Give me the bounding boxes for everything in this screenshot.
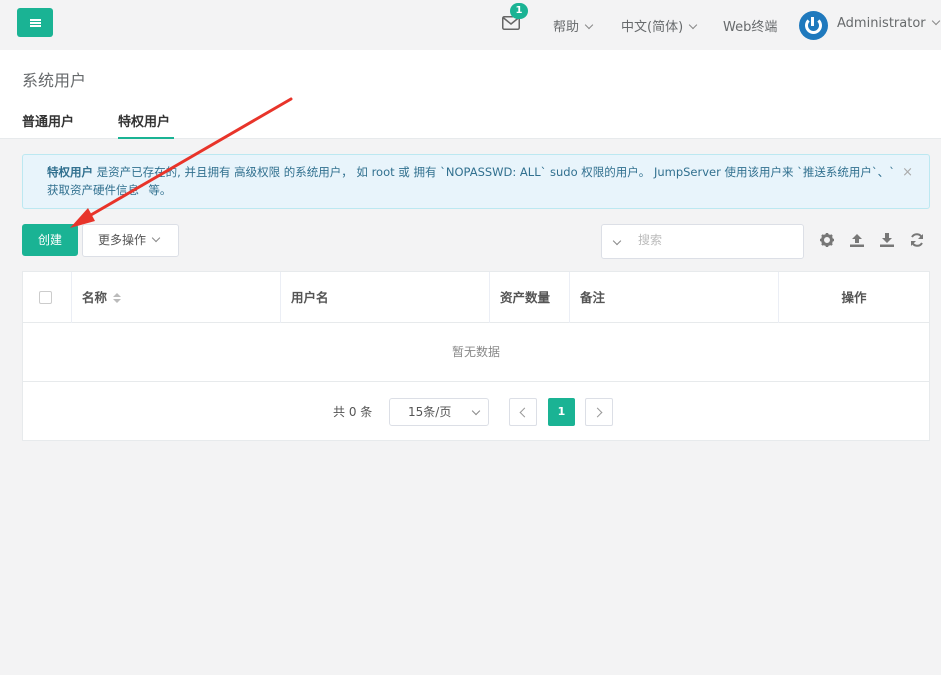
help-label: 帮助 (553, 20, 580, 35)
menu-toggle-button[interactable] (17, 8, 53, 37)
chevron-right-icon (592, 407, 603, 418)
page-header: 系统用户 普通用户 特权用户 (0, 50, 941, 139)
chevron-down-icon[interactable] (612, 236, 622, 246)
column-header-username: 用户名 (281, 272, 490, 323)
chevron-down-icon (688, 20, 698, 30)
search-input[interactable] (638, 233, 788, 247)
column-name-label: 名称 (82, 290, 108, 305)
user-name: Administrator (837, 16, 926, 31)
sort-icon[interactable] (113, 293, 122, 304)
tab-privileged-users[interactable]: 特权用户 (118, 111, 170, 130)
more-actions-button[interactable]: 更多操作 (82, 224, 179, 257)
page-size-select[interactable]: 15条/页 (389, 398, 489, 426)
tab-normal-users[interactable]: 普通用户 (22, 111, 74, 130)
gear-icon[interactable] (819, 232, 835, 248)
create-button[interactable]: 创建 (22, 224, 78, 256)
next-page-button[interactable] (585, 398, 613, 426)
pagination-total: 共 0 条 (333, 405, 373, 419)
close-icon[interactable]: × (902, 164, 913, 182)
top-navbar: 1 帮助 中文(简体) Web终端 Administrator (0, 0, 941, 50)
chevron-left-icon (519, 407, 530, 418)
select-all-cell (23, 272, 72, 323)
help-menu[interactable]: 帮助 (553, 16, 594, 35)
column-header-asset-count: 资产数量 (490, 272, 570, 323)
page-title: 系统用户 (22, 71, 87, 90)
chevron-down-icon (151, 233, 161, 243)
alert-text: 是资产已存在的, 并且拥有 高级权限 的系统用户， 如 root 或 拥有 `N… (47, 165, 895, 197)
search-box[interactable] (601, 224, 804, 259)
refresh-icon[interactable] (909, 232, 925, 248)
column-header-comment: 备注 (570, 272, 779, 323)
avatar[interactable] (799, 11, 828, 40)
download-icon[interactable] (879, 232, 895, 248)
chevron-down-icon (931, 16, 940, 26)
prev-page-button[interactable] (509, 398, 537, 426)
more-actions-label: 更多操作 (98, 233, 147, 247)
web-terminal-link[interactable]: Web终端 (723, 16, 777, 35)
active-tab-indicator (118, 137, 174, 139)
column-header-actions: 操作 (841, 290, 867, 305)
info-alert: 特权用户 是资产已存在的, 并且拥有 高级权限 的系统用户， 如 root 或 … (22, 154, 930, 209)
chevron-down-icon (471, 406, 481, 416)
column-header-name[interactable]: 名称 (72, 272, 281, 323)
empty-state-text: 暂无数据 (23, 323, 929, 382)
page-number-current[interactable]: 1 (548, 398, 575, 426)
language-menu[interactable]: 中文(简体) (621, 16, 698, 35)
hamburger-icon (29, 21, 41, 24)
user-menu[interactable]: Administrator (837, 16, 940, 31)
upload-icon[interactable] (849, 232, 865, 248)
table-header: 名称 用户名 资产数量 备注 操作 (23, 272, 929, 323)
page-size-label: 15条/页 (408, 405, 452, 419)
language-label: 中文(简体) (621, 20, 684, 35)
notification-badge: 1 (510, 3, 528, 19)
alert-highlight: 特权用户 (47, 165, 93, 179)
select-all-checkbox[interactable] (39, 291, 52, 304)
chevron-down-icon (584, 20, 594, 30)
